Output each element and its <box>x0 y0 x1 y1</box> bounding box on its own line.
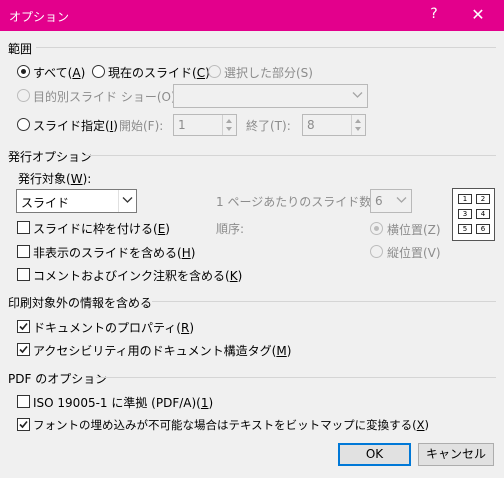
from-value: 1 <box>178 118 186 132</box>
from-spinner: 1 <box>173 114 237 136</box>
slides-per-page-label: 1 ページあたりのスライド数(L): <box>216 195 392 209</box>
selection-radio <box>208 65 221 78</box>
custom-show-label: 目的別スライド ショー(O): <box>33 90 180 104</box>
non-printing-group-label: 印刷対象外の情報を含める <box>8 296 153 310</box>
spinner-arrows-icon <box>351 115 365 135</box>
publish-what-value: スライド <box>21 196 70 210</box>
vertical-radio <box>370 245 383 258</box>
horizontal-label: 横位置(Z) <box>387 223 441 237</box>
close-button[interactable]: ✕ <box>470 5 486 24</box>
cancel-button[interactable]: キャンセル <box>418 443 494 466</box>
selection-label: 選択した部分(S) <box>224 66 313 80</box>
order-preview-cell: 3 <box>458 209 472 219</box>
checkmark-icon <box>19 322 28 331</box>
help-button[interactable]: ? <box>427 6 441 22</box>
all-radio[interactable] <box>17 65 30 78</box>
window-title: オプション <box>9 10 70 24</box>
slides-per-page-dropdown: 6 <box>370 189 412 213</box>
ok-button[interactable]: OK <box>338 443 411 466</box>
custom-show-dropdown <box>173 84 368 108</box>
slides-per-page-value: 6 <box>375 194 383 208</box>
publish-separator <box>84 155 496 156</box>
order-preview-cell: 1 <box>458 194 472 204</box>
checkmark-icon <box>19 345 28 354</box>
order-preview-cell: 5 <box>458 224 472 234</box>
radio-dot-icon <box>374 226 379 231</box>
checkmark-icon <box>19 420 28 429</box>
chevron-down-icon <box>393 190 411 212</box>
chevron-down-icon <box>349 85 367 107</box>
doc-properties-checkbox[interactable] <box>17 320 30 333</box>
from-label: 開始(F): <box>119 119 164 133</box>
range-group-label: 範囲 <box>8 42 33 56</box>
iso-label[interactable]: ISO 19005-1 に準拠 (PDF/A)(1) <box>33 394 213 411</box>
title-bar: オプション ? ✕ <box>0 0 504 31</box>
include-hidden-label[interactable]: 非表示のスライドを含める(H) <box>33 244 195 261</box>
accessibility-tags-label[interactable]: アクセシビリティ用のドキュメント構造タグ(M) <box>33 342 291 359</box>
current-slide-label[interactable]: 現在のスライド(C) <box>108 64 210 81</box>
include-hidden-checkbox[interactable] <box>17 245 30 258</box>
order-preview-cell: 4 <box>476 209 490 219</box>
order-preview-cell: 6 <box>476 224 490 234</box>
to-label: 終了(T): <box>246 119 291 133</box>
doc-properties-label[interactable]: ドキュメントのプロパティ(R) <box>33 319 194 336</box>
vertical-label: 縦位置(V) <box>387 246 441 260</box>
to-value: 8 <box>307 118 315 132</box>
order-preview-cell: 2 <box>476 194 490 204</box>
slides-radio[interactable] <box>17 118 30 131</box>
bitmap-text-label[interactable]: フォントの埋め込みが不可能な場合はテキストをビットマップに変換する(X) <box>33 417 429 433</box>
slides-label[interactable]: スライド指定(I) <box>33 117 118 134</box>
pdf-separator <box>96 377 496 378</box>
order-preview: 1 2 3 4 5 6 <box>452 188 495 241</box>
frame-slides-checkbox[interactable] <box>17 221 30 234</box>
to-spinner: 8 <box>302 114 366 136</box>
radio-dot-icon <box>21 69 26 74</box>
horizontal-radio <box>370 222 383 235</box>
publish-what-label: 発行対象(W): <box>18 172 92 186</box>
custom-show-radio <box>17 89 30 102</box>
publish-what-dropdown[interactable]: スライド <box>16 189 137 213</box>
include-comments-checkbox[interactable] <box>17 268 30 281</box>
non-printing-separator <box>152 301 496 302</box>
all-radio-label[interactable]: すべて(A) <box>33 64 85 81</box>
bitmap-text-checkbox[interactable] <box>17 418 30 431</box>
current-slide-radio[interactable] <box>92 65 105 78</box>
frame-slides-label[interactable]: スライドに枠を付ける(E) <box>33 220 170 237</box>
chevron-down-icon <box>118 190 136 212</box>
range-separator <box>36 47 496 48</box>
iso-checkbox[interactable] <box>17 395 30 408</box>
order-label: 順序: <box>216 222 245 236</box>
include-comments-label[interactable]: コメントおよびインク注釈を含める(K) <box>33 267 242 284</box>
publish-group-label: 発行オプション <box>8 150 93 164</box>
accessibility-tags-checkbox[interactable] <box>17 343 30 356</box>
pdf-group-label: PDF のオプション <box>8 372 108 386</box>
spinner-arrows-icon <box>222 115 236 135</box>
